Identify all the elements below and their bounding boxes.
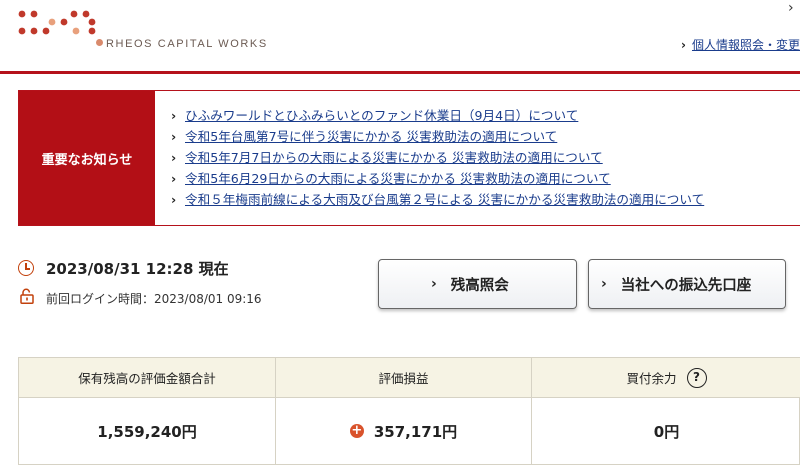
transfer-button-label: 当社への振込先口座 (620, 277, 752, 294)
total-valuation-value: 1,559,240円 (97, 422, 197, 441)
buying-power-header-cell: 買付余力? (532, 358, 800, 398)
notice-item: › ひふみワールドとひふみらいとのファンド休業日（9月4日）について (171, 105, 704, 126)
notice-link[interactable]: ひふみワールドとひふみらいとのファンド休業日（9月4日）について (185, 108, 578, 123)
unrealized-gain-header: 評価損益 (276, 358, 531, 398)
total-valuation-column: 保有残高の評価金額合計 1,559,240円 (19, 358, 275, 464)
brand-dot-icon (96, 39, 103, 46)
last-login-time: 前回ログイン時間：2023/08/01 09:16 (46, 292, 262, 306)
plus-icon: + (349, 423, 364, 438)
notice-item: › 令和５年梅雨前線による大雨及び台風第２号による 災害にかかる災害救助法の適用に… (171, 189, 704, 210)
unlock-icon (20, 288, 34, 304)
buying-power-column: 買付余力? 0円 (531, 358, 800, 464)
chevron-right-icon: › (601, 276, 607, 292)
chevron-right-icon: › (681, 38, 686, 52)
balance-inquiry-button[interactable]: › 残高照会 (378, 259, 577, 309)
unrealized-gain-value: 357,171円 (373, 422, 458, 441)
clock-icon (18, 260, 34, 276)
notice-link[interactable]: 令和5年7月7日からの大雨による災害にかかる 災害救助法の適用について (185, 150, 603, 165)
unrealized-gain-cell: +357,171円 (276, 398, 531, 464)
unrealized-gain-column: 評価損益 +357,171円 (275, 358, 531, 464)
chevron-right-icon: › (171, 150, 177, 165)
notice-item: › 令和5年台風第7号に伴う災害にかかる 災害救助法の適用について (171, 126, 704, 147)
chevron-right-icon: › (171, 171, 177, 186)
buying-power-header: 買付余力 (626, 371, 677, 386)
portfolio-summary-table: 保有残高の評価金額合計 1,559,240円 評価損益 +357,171円 買付… (18, 357, 800, 465)
notice-label: 重要なお知らせ (19, 91, 155, 225)
notice-item: › 令和5年7月7日からの大雨による災害にかかる 災害救助法の適用について (171, 147, 704, 168)
site-header: RHEOS CAPITAL WORKS › › 個人情報照会・変更 (0, 0, 800, 74)
important-notice-panel: 重要なお知らせ › ひふみワールドとひふみらいとのファンド休業日（9月4日）につい… (18, 90, 800, 226)
chevron-right-icon[interactable]: › (788, 0, 794, 16)
chevron-right-icon: › (431, 276, 437, 292)
notice-link[interactable]: 令和5年台風第7号に伴う災害にかかる 災害救助法の適用について (185, 129, 557, 144)
total-valuation-header: 保有残高の評価金額合計 (19, 358, 275, 398)
profile-link-row: › 個人情報照会・変更 (681, 36, 800, 53)
notice-link[interactable]: 令和5年6月29日からの大雨による災害にかかる 災害救助法の適用について (185, 171, 611, 186)
buying-power-value: 0円 (653, 422, 680, 441)
notice-item: › 令和5年6月29日からの大雨による災害にかかる 災害救助法の適用について (171, 168, 704, 189)
chevron-right-icon: › (171, 192, 177, 207)
brand-name: RHEOS CAPITAL WORKS (106, 38, 268, 50)
chevron-right-icon: › (171, 129, 177, 144)
help-icon[interactable]: ? (686, 367, 707, 388)
notice-list: › ひふみワールドとひふみらいとのファンド休業日（9月4日）について › 令和5年台… (171, 105, 704, 210)
balance-button-label: 残高照会 (450, 277, 509, 294)
profile-link[interactable]: 個人情報照会・変更 (692, 38, 800, 52)
chevron-right-icon: › (171, 108, 177, 123)
transfer-account-button[interactable]: › 当社への振込先口座 (588, 259, 786, 309)
current-time: 2023/08/31 12:28 現在 (46, 260, 229, 278)
notice-link[interactable]: 令和５年梅雨前線による大雨及び台風第２号による 災害にかかる災害救助法の適用につ… (185, 192, 704, 207)
